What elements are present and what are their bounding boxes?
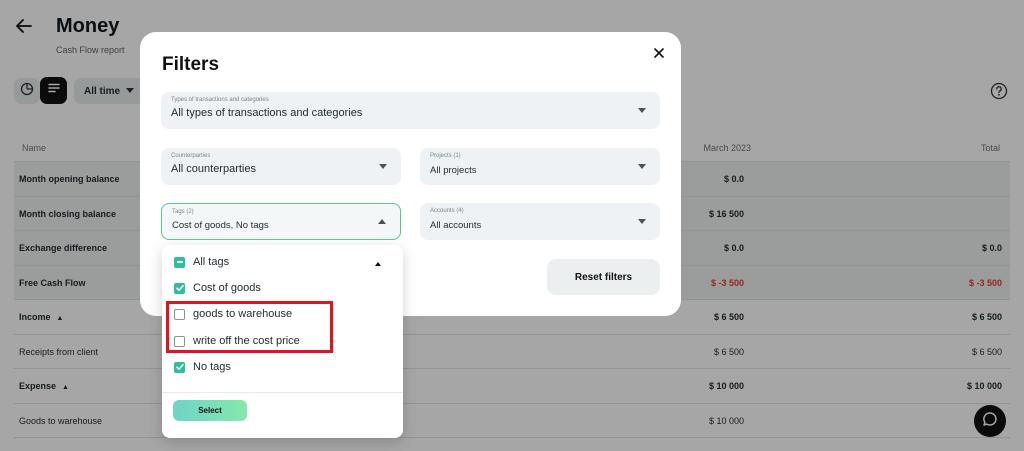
tag-option-label: All tags (193, 256, 230, 268)
checkbox-checked-icon[interactable] (174, 282, 185, 294)
reset-filters-button[interactable]: Reset filters (547, 259, 660, 295)
tags-select[interactable]: Tags (2) Cost of goods, No tags (161, 203, 401, 240)
types-select[interactable]: Types of transactions and categories All… (161, 92, 660, 129)
chevron-down-icon (638, 108, 646, 113)
checkbox-checked-icon[interactable] (174, 361, 185, 373)
chevron-down-icon (638, 164, 646, 169)
tags-label: Tags (2) (172, 209, 194, 215)
highlight-annotation (166, 301, 333, 353)
tag-option[interactable]: No tags (174, 358, 231, 376)
tags-value: Cost of goods, No tags (172, 220, 269, 231)
types-value: All types of transactions and categories (171, 107, 363, 119)
tag-option-label: Cost of goods (193, 282, 261, 294)
chevron-up-icon (378, 219, 386, 224)
divider (162, 392, 403, 393)
chevron-down-icon (638, 219, 646, 224)
select-button[interactable]: Select (173, 400, 247, 421)
checkbox-partial-icon[interactable] (174, 256, 185, 268)
accounts-select[interactable]: Accounts (4) All accounts (420, 203, 660, 240)
counterparties-select[interactable]: Counterparties All counterparties (161, 148, 401, 185)
accounts-label: Accounts (4) (430, 208, 464, 214)
tag-option-all[interactable]: All tags (174, 253, 229, 271)
collapse-icon[interactable] (375, 262, 381, 266)
projects-select[interactable]: Projects (1) All projects (420, 148, 660, 185)
modal-title: Filters (162, 54, 220, 75)
chevron-down-icon (379, 164, 387, 169)
projects-value: All projects (430, 165, 477, 176)
close-icon[interactable] (652, 46, 666, 60)
counterparties-value: All counterparties (171, 163, 256, 175)
accounts-value: All accounts (430, 220, 482, 231)
tag-option[interactable]: Cost of goods (174, 279, 261, 297)
types-label: Types of transactions and categories (171, 97, 269, 103)
tag-option-label: No tags (193, 361, 231, 373)
counterparties-label: Counterparties (171, 153, 211, 159)
projects-label: Projects (1) (430, 153, 461, 159)
